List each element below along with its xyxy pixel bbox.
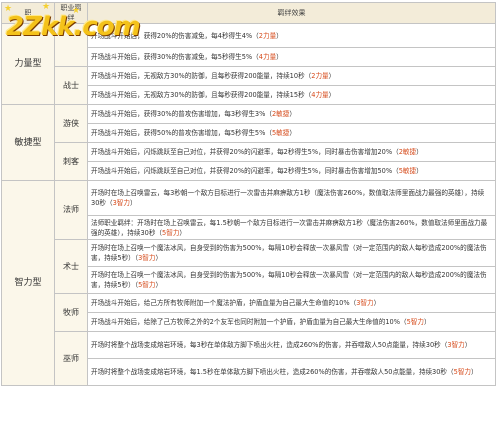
table-row: 敏捷型 游侠 开场战斗开始后，获得30%的普攻伤害增加，每3秒得生3%（2敏捷） <box>1 104 496 181</box>
effect-cell: 开场时在场上召唤一个魔法冰风，自身受到的伤害为500%，每隔10秒会释放一次暴风… <box>87 266 496 294</box>
effect-cell: 开场时在场上召唤一个魔法冰风，自身受到的伤害为500%，每隔10秒会释放一次暴风… <box>87 239 496 267</box>
effect-cell: 开场战斗开始后，获得50%的普攻伤害增加，每5秒得生5%（5敏捷） <box>87 123 496 143</box>
effect-cell: 开场战斗开始后，无视敌方30%的防御，且每秒获得200能量，持续10秒（2力量） <box>87 66 496 86</box>
effect-cell: 开场战斗开始后，闪烁跳跃至自己对位，并获得20%的闪避率，每2秒得生5%，同时暴… <box>87 142 496 162</box>
effect-cell: 开场时将整个战场变成熔岩环境，每3秒在单体敌方脚下喷出火柱，造成260%的伤害，… <box>87 331 496 359</box>
effect-cell: 法师职业羁绊：开场时在场上召唤雷云，每1.5秒朝一个敌方目标进行一次雷击并麻痹敌… <box>87 215 496 240</box>
type-cell: 智力型 <box>1 180 55 386</box>
table-row: 刺客 开场战斗开始后，闪烁跳跃至自己对位，并获得20%的闪避率，每2秒得生5%，… <box>2 142 496 181</box>
effect-cell: 开场战斗开始后，获得30%的普攻伤害增加，每3秒得生3%（2敏捷） <box>87 104 496 124</box>
table-row: 术士 开场时在场上召唤一个魔法冰风，自身受到的伤害为500%，每隔10秒会释放一… <box>2 239 496 294</box>
site-logo: ★ ★ ★ 2Zkk.com <box>2 2 141 46</box>
star-icon: ★ <box>42 2 51 12</box>
job-cell: 术士 <box>54 239 88 294</box>
type-cell: 敏捷型 <box>1 104 55 181</box>
effect-cell: 开场时在场上召唤雷云，每3秒朝一个敌方目标进行一次雷击并麻痹敌方1秒（魔法伤害2… <box>87 180 496 216</box>
effect-cell: 开场战斗开始后，给己方所有牧师附加一个魔法护盾，护盾血量为自己最大生命值的10%… <box>87 293 496 313</box>
job-cell: 战士 <box>54 66 88 105</box>
job-cell: 游侠 <box>54 104 88 143</box>
job-cell: 法师 <box>54 180 88 240</box>
bond-table: 职 职业羁绊 羁绊效果 力量型 开场战斗开始后，获得20%的伤害减免，每4秒得生… <box>1 2 496 386</box>
effect-cell: 开场战斗开始后，给除了己方牧师之外的2个友军也同时附加一个护盾，护盾血量为自己最… <box>87 312 496 332</box>
effect-cell: 开场战斗开始后，获得20%的伤害减免，每4秒得生4%（2力量） <box>87 23 496 48</box>
effect-cell: 开场战斗开始后，无视敌方30%的防御，且每秒获得200能量，持续15秒（4力量） <box>87 85 496 105</box>
job-cell: 巫师 <box>54 331 88 386</box>
job-cell: 刺客 <box>54 142 88 181</box>
job-cell: 牧师 <box>54 293 88 332</box>
table-row: 牧师 开场战斗开始后，给己方所有牧师附加一个魔法护盾，护盾血量为自己最大生命值的… <box>2 293 496 332</box>
effect-cell: 开场时将整个战场变成熔岩环境，每1.5秒在单体敌方脚下喷出火柱，造成260%的伤… <box>87 358 496 386</box>
table-row: 战士 开场战斗开始后，无视敌方30%的防御，且每秒获得200能量，持续10秒（2… <box>2 66 496 105</box>
header-effect: 羁绊效果 <box>87 2 496 24</box>
table-row: 巫师 开场时将整个战场变成熔岩环境，每3秒在单体敌方脚下喷出火柱，造成260%的… <box>2 331 496 386</box>
logo-text: 2Zkk.com <box>6 12 141 42</box>
table-row: 智力型 法师 开场时在场上召唤雷云，每3秒朝一个敌方目标进行一次雷击并麻痹敌方1… <box>1 180 496 386</box>
effect-cell: 开场战斗开始后，闪烁跳跃至自己对位，并获得20%的闪避率，每2秒得生5%，同时暴… <box>87 161 496 181</box>
effect-cell: 开场战斗开始后，获得30%的伤害减免，每5秒得生5%（4力量） <box>87 47 496 67</box>
